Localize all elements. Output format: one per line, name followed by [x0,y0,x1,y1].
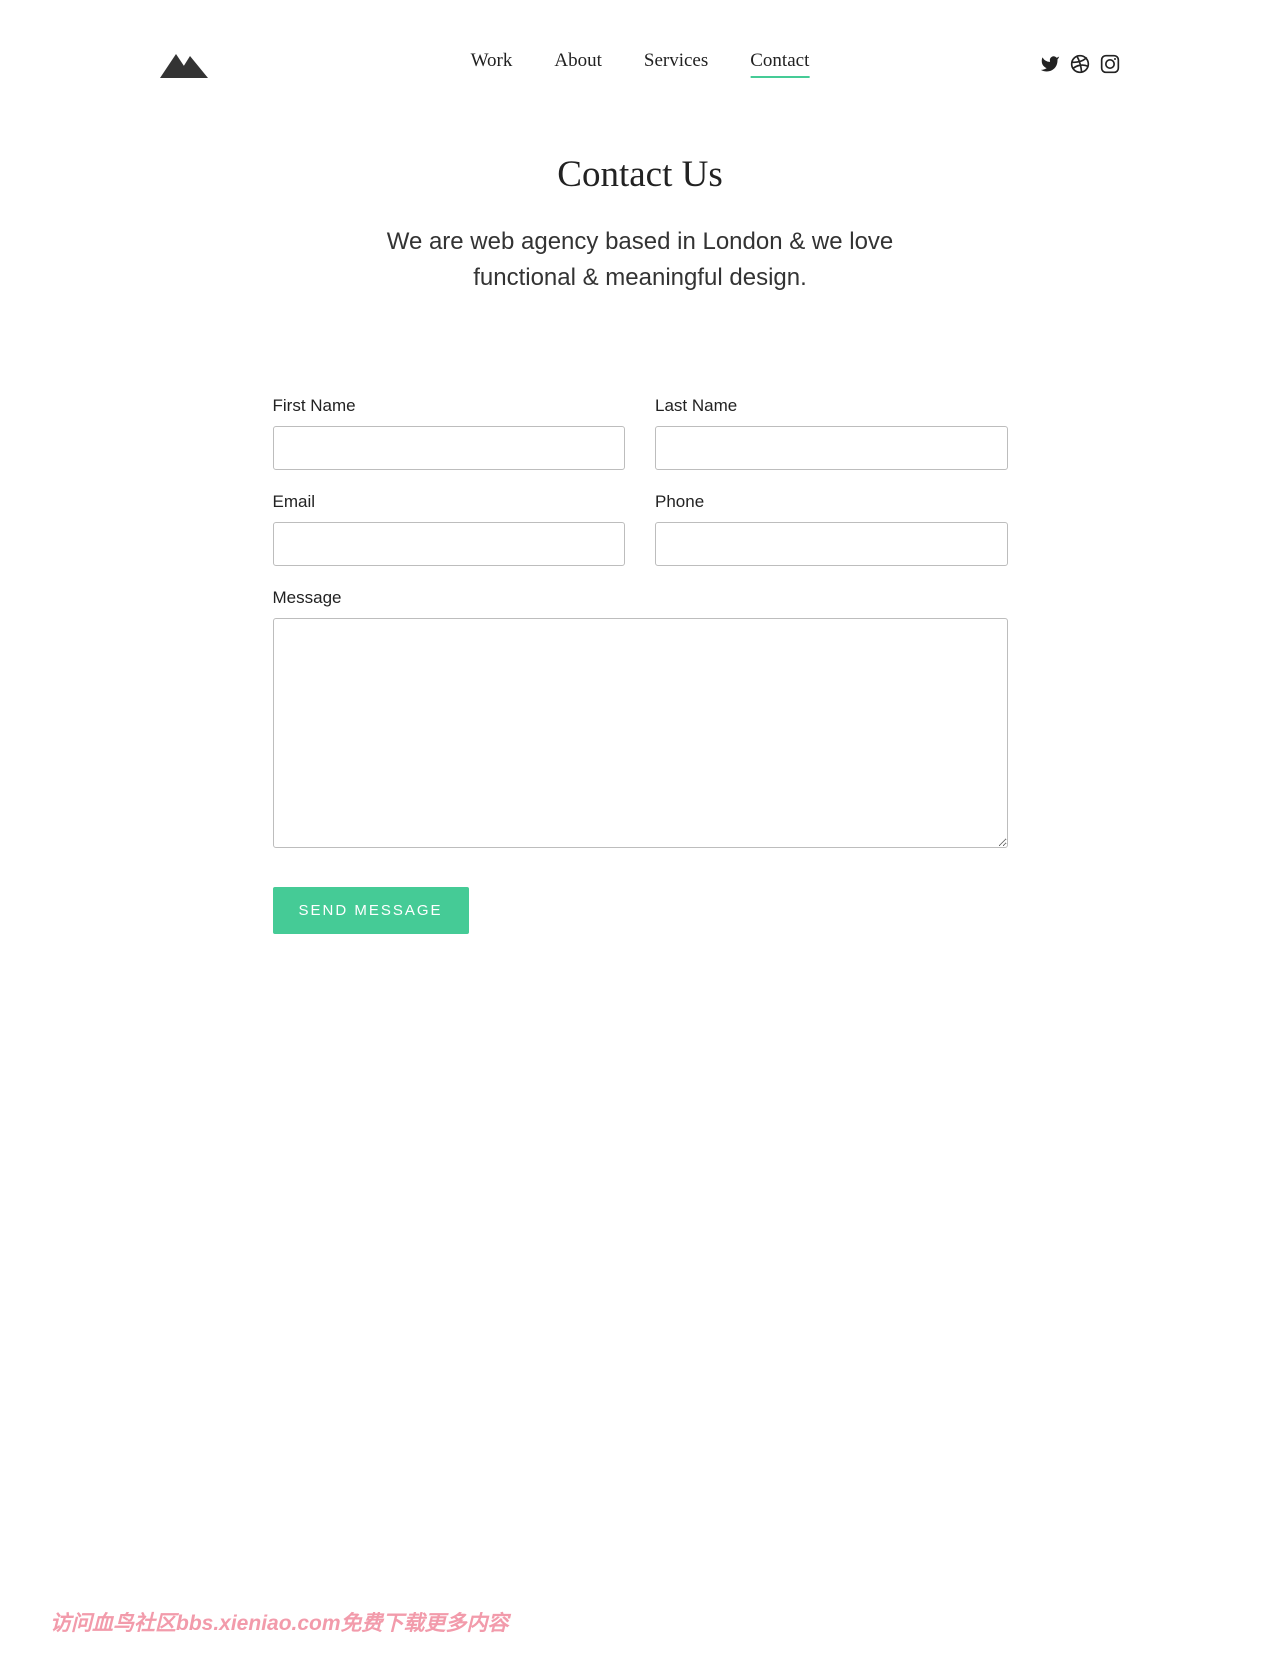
phone-label: Phone [655,492,1008,512]
email-label: Email [273,492,626,512]
instagram-link[interactable] [1100,54,1120,74]
twitter-link[interactable] [1040,54,1060,74]
header: Work About Services Contact [160,50,1120,78]
last-name-field[interactable] [655,426,1008,470]
nav-contact[interactable]: Contact [750,50,809,78]
first-name-label: First Name [273,396,626,416]
contact-form: First Name Last Name Email Phone Message [273,396,1008,934]
first-name-field[interactable] [273,426,626,470]
last-name-label: Last Name [655,396,1008,416]
mountain-icon [160,50,208,78]
nav-services[interactable]: Services [644,50,708,78]
hero-section: Contact Us We are web agency based in Lo… [160,153,1120,296]
logo[interactable] [160,50,208,78]
message-label: Message [273,588,1008,608]
watermark: 访问血鸟社区bbs.xieniao.com免费下载更多内容 [50,1607,509,1637]
phone-field[interactable] [655,522,1008,566]
main-nav: Work About Services Contact [471,50,810,78]
social-links [1040,54,1120,74]
dribbble-icon [1070,54,1090,74]
instagram-icon [1100,54,1120,74]
dribbble-link[interactable] [1070,54,1090,74]
twitter-icon [1040,54,1060,74]
message-field[interactable] [273,618,1008,848]
nav-about[interactable]: About [554,50,602,78]
page-title: Contact Us [160,153,1120,196]
send-message-button[interactable]: SEND MESSAGE [273,887,469,934]
page-subtitle: We are web agency based in London & we l… [360,224,920,296]
nav-work[interactable]: Work [471,50,513,78]
email-field[interactable] [273,522,626,566]
